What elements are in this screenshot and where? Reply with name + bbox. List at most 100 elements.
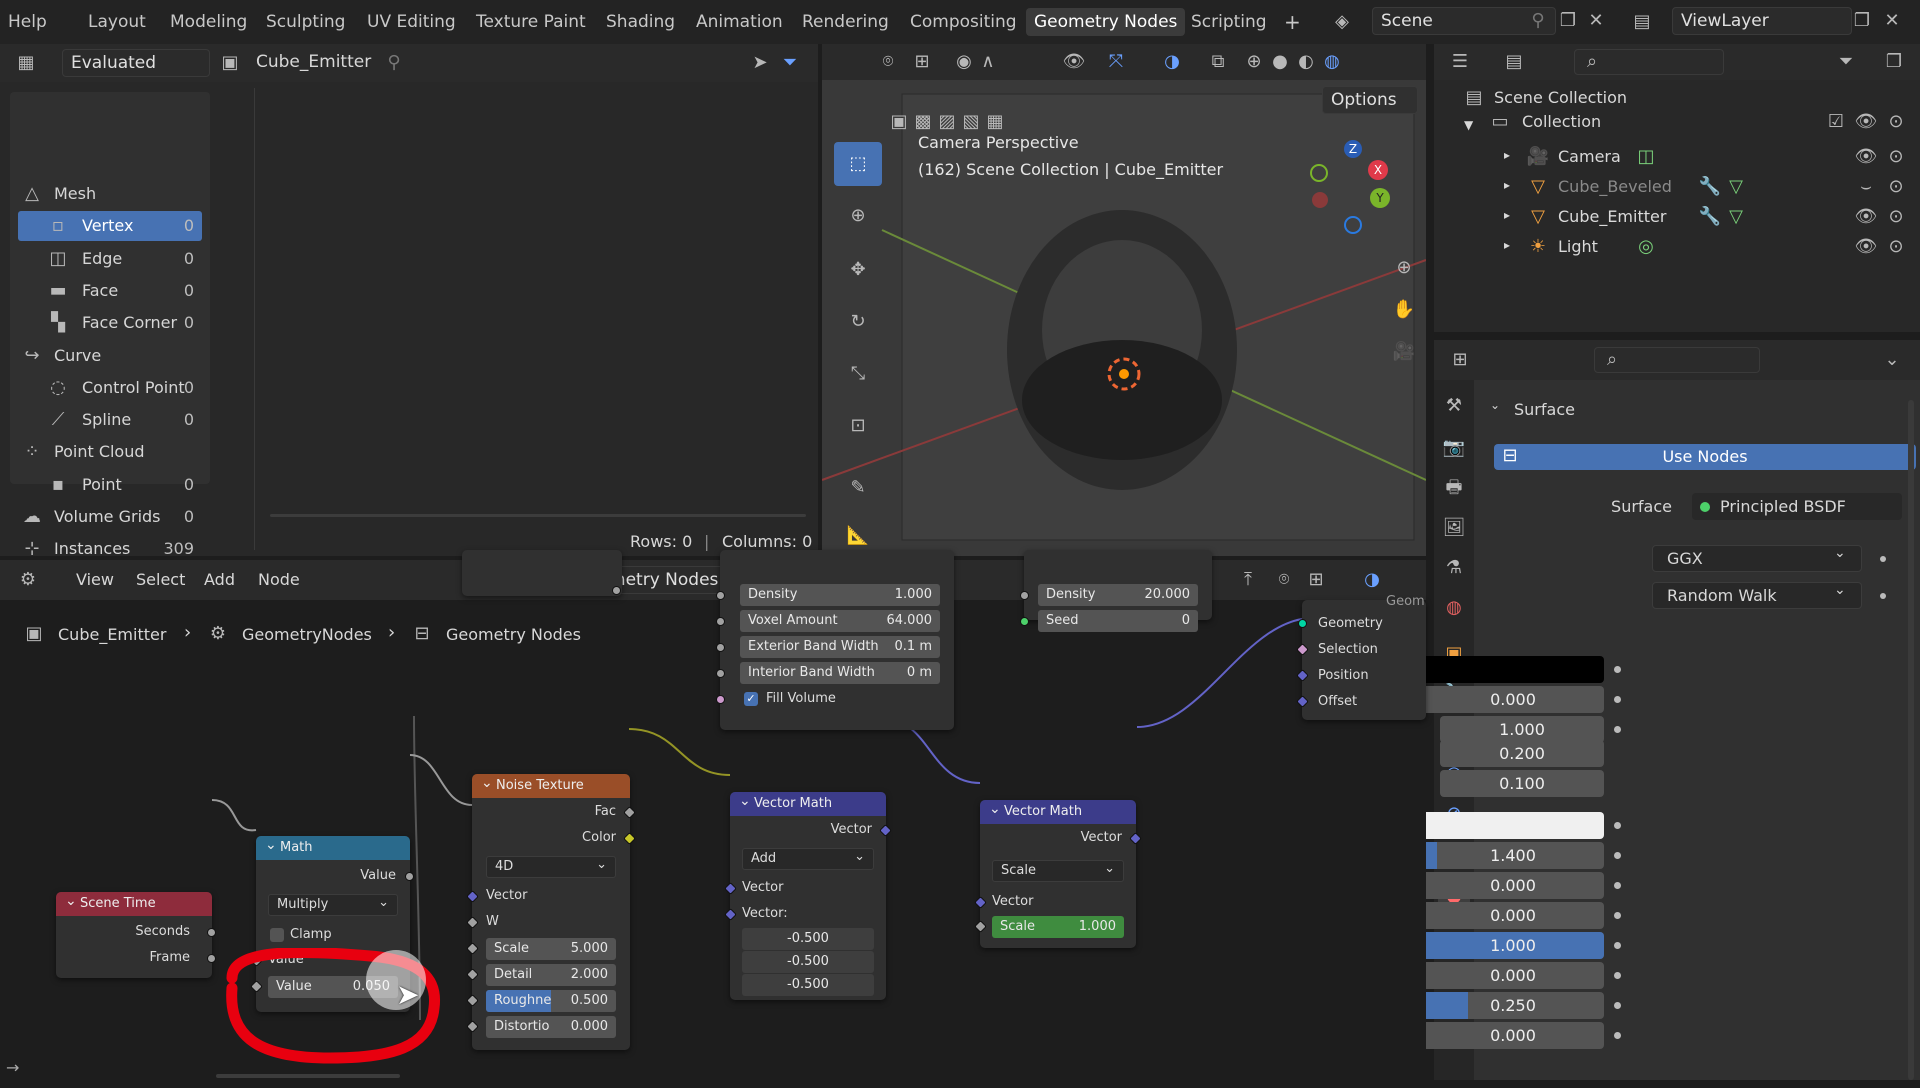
select-tool-icon[interactable]: ⬚ <box>834 142 882 186</box>
vector-z-field[interactable]: -0.500 <box>742 974 874 996</box>
select-mode-icon[interactable]: ▨ <box>935 110 959 134</box>
options-dropdown[interactable]: Options <box>1322 86 1418 114</box>
xray-icon[interactable]: ⧉ <box>1206 50 1230 74</box>
vector-math-scale-node[interactable]: Vector Math Vector Scale Vector Scale1.0… <box>974 797 1142 948</box>
object-name[interactable]: Camera <box>1558 147 1621 166</box>
zoom-icon[interactable]: ⊕ <box>1392 256 1416 280</box>
data-set-control-point[interactable]: ◌ Control Point 0 <box>18 373 202 403</box>
workspace-tab-uv-editing[interactable]: UV Editing <box>359 8 464 36</box>
object-name[interactable]: Cube_Beveled <box>1558 177 1672 196</box>
delete-scene-icon[interactable]: ✕ <box>1584 9 1608 33</box>
evaluation-mode-dropdown[interactable]: Evaluated <box>62 49 210 77</box>
workspace-tab-rendering[interactable]: Rendering <box>794 8 897 36</box>
display-mode-icon[interactable]: ▤ <box>1502 50 1526 74</box>
workspace-tab-geometry-nodes[interactable]: Geometry Nodes <box>1026 8 1186 36</box>
editor-type-icon[interactable]: ⚙ <box>16 568 40 592</box>
overlay-icon[interactable]: ◑ <box>1360 568 1384 592</box>
render-camera-icon[interactable]: ⊙ <box>1884 175 1908 199</box>
data-set-curve[interactable]: ↪ Curve <box>18 341 202 371</box>
input-socket[interactable] <box>1020 617 1029 626</box>
outliner-row-light[interactable]: ▸ ☀ Light ◎ 👁 ⊙ <box>1434 232 1920 262</box>
property-value-field[interactable]: 0.000 <box>1422 1022 1604 1049</box>
eye-icon[interactable]: 👁 <box>1854 110 1878 134</box>
expand-arrow-icon[interactable]: ▸ <box>1504 208 1510 222</box>
output-socket[interactable] <box>207 928 216 937</box>
proportional-edit-icon[interactable]: ◉ <box>952 50 976 74</box>
density-field[interactable]: Density 1.000 <box>740 584 940 606</box>
node-editor[interactable]: ⚙ View Select Add Node ⊟ Geometry Nodes … <box>0 550 1426 1080</box>
material-shading-icon[interactable]: ◐ <box>1294 50 1318 74</box>
chevron-down-icon[interactable]: ⌄ <box>1880 348 1904 372</box>
eye-icon[interactable]: 👁 <box>1854 145 1878 169</box>
subsurface-method-dropdown[interactable]: Random Walk <box>1652 582 1862 609</box>
operation-dropdown[interactable]: Add <box>742 847 874 870</box>
input-socket[interactable] <box>716 695 725 704</box>
sidebar-toggle-arrow-icon[interactable]: → <box>6 1058 19 1077</box>
pin-icon[interactable]: ⚲ <box>1526 9 1550 33</box>
keyframe-dot[interactable] <box>1614 912 1621 919</box>
annotate-tool-icon[interactable]: ✎ <box>834 466 882 510</box>
property-value-field[interactable]: 0.000 <box>1422 902 1604 929</box>
workspace-tab-modeling[interactable]: Modeling <box>162 8 255 36</box>
collection-label[interactable]: Collection <box>1522 112 1601 131</box>
render-camera-icon[interactable]: ⊙ <box>1884 205 1908 229</box>
vector-math-add-node[interactable]: Vector Math Vector Add Vector Vector: -0… <box>724 789 892 1000</box>
operation-dropdown[interactable]: Scale <box>992 859 1124 882</box>
menu-select[interactable]: Select <box>136 570 185 589</box>
keyframe-dot[interactable] <box>1880 593 1886 599</box>
input-socket[interactable] <box>716 643 725 652</box>
filter-icon[interactable]: ⏷ <box>1834 50 1858 74</box>
output-socket[interactable] <box>612 586 621 595</box>
keyframe-dot[interactable] <box>1614 696 1621 703</box>
distortion-field[interactable]: Distortio 0.000 <box>486 1016 616 1038</box>
expand-arrow-icon[interactable]: ▸ <box>1504 238 1510 252</box>
scale-tool-icon[interactable]: ⤡ <box>834 352 882 396</box>
data-set-mesh[interactable]: △ Mesh <box>18 179 202 209</box>
snap-target-icon[interactable]: ⊞ <box>1304 568 1328 592</box>
input-socket[interactable] <box>716 617 725 626</box>
data-set-face-corner[interactable]: ▚ Face Corner 0 <box>18 308 202 338</box>
horizontal-scrollbar[interactable] <box>270 514 806 517</box>
property-value-field[interactable]: 0.100 <box>1440 770 1604 797</box>
data-set-face[interactable]: ▬ Face 0 <box>18 276 202 306</box>
new-view-layer-icon[interactable]: ❐ <box>1850 9 1874 33</box>
x-axis-handle[interactable]: X <box>1368 160 1388 180</box>
property-value-field[interactable]: 0.000 <box>1422 962 1604 989</box>
data-set-edge[interactable]: ◫ Edge 0 <box>18 244 202 274</box>
menu-add[interactable]: Add <box>204 570 235 589</box>
view-layer-icon[interactable]: ▤ <box>1630 10 1654 34</box>
node-editor-scrollbar[interactable] <box>216 1074 400 1078</box>
noise-texture-header[interactable]: Noise Texture <box>472 771 630 798</box>
workspace-tab-compositing[interactable]: Compositing <box>902 8 1025 36</box>
detail-field[interactable]: Detail 2.000 <box>486 964 616 986</box>
object-name[interactable]: Light <box>1558 237 1598 256</box>
use-nodes-button[interactable]: Use Nodes <box>1494 444 1916 470</box>
object-name[interactable]: Cube_Emitter <box>1558 207 1666 226</box>
output-socket[interactable] <box>207 954 216 963</box>
vector-x-field[interactable]: -0.500 <box>742 928 874 950</box>
selection-filter-icon[interactable]: ➤ <box>748 51 772 75</box>
collapse-arrow-icon[interactable]: ⌄ <box>1490 398 1500 412</box>
properties-scrollbar[interactable] <box>1908 400 1914 1080</box>
math-header[interactable]: Math <box>256 833 410 860</box>
property-value-field[interactable]: 0.000 <box>1422 872 1604 899</box>
clamp-checkbox[interactable] <box>270 928 284 942</box>
outliner-row-cube-emitter[interactable]: ▸ ▽ Cube_Emitter 🔧 ▽ 👁 ⊙ <box>1434 202 1920 232</box>
world-tab-icon[interactable]: ◍ <box>1442 596 1466 620</box>
interior-band-field[interactable]: Interior Band Width 0 m <box>740 662 940 684</box>
input-socket[interactable] <box>1020 591 1029 600</box>
neg-x-axis-handle[interactable] <box>1312 192 1328 208</box>
scale-field[interactable]: Scale 1.000 <box>992 916 1124 938</box>
render-camera-icon[interactable]: ⊙ <box>1884 110 1908 134</box>
keyframe-dot[interactable] <box>1614 942 1621 949</box>
select-mode-icon[interactable]: ▦ <box>983 110 1007 134</box>
render-camera-icon[interactable]: ⊙ <box>1884 145 1908 169</box>
scene-collection-label[interactable]: Scene Collection <box>1494 88 1627 107</box>
keyframe-dot[interactable] <box>1614 882 1621 889</box>
keyframe-dot[interactable] <box>1614 822 1621 829</box>
menu-help[interactable]: Help <box>0 8 55 36</box>
eye-icon[interactable]: 👁 <box>1854 205 1878 229</box>
input-socket[interactable] <box>716 591 725 600</box>
property-value-field[interactable]: 1.000 <box>1422 932 1604 959</box>
viewport-3d[interactable]: ⌾ ⊞ ◉ ∧ 👁 ⤧ ◑ ⧉ ⊕ ● ◐ ◍ ▣ ▩ ▨ ▧ ▦ Option… <box>822 44 1426 556</box>
